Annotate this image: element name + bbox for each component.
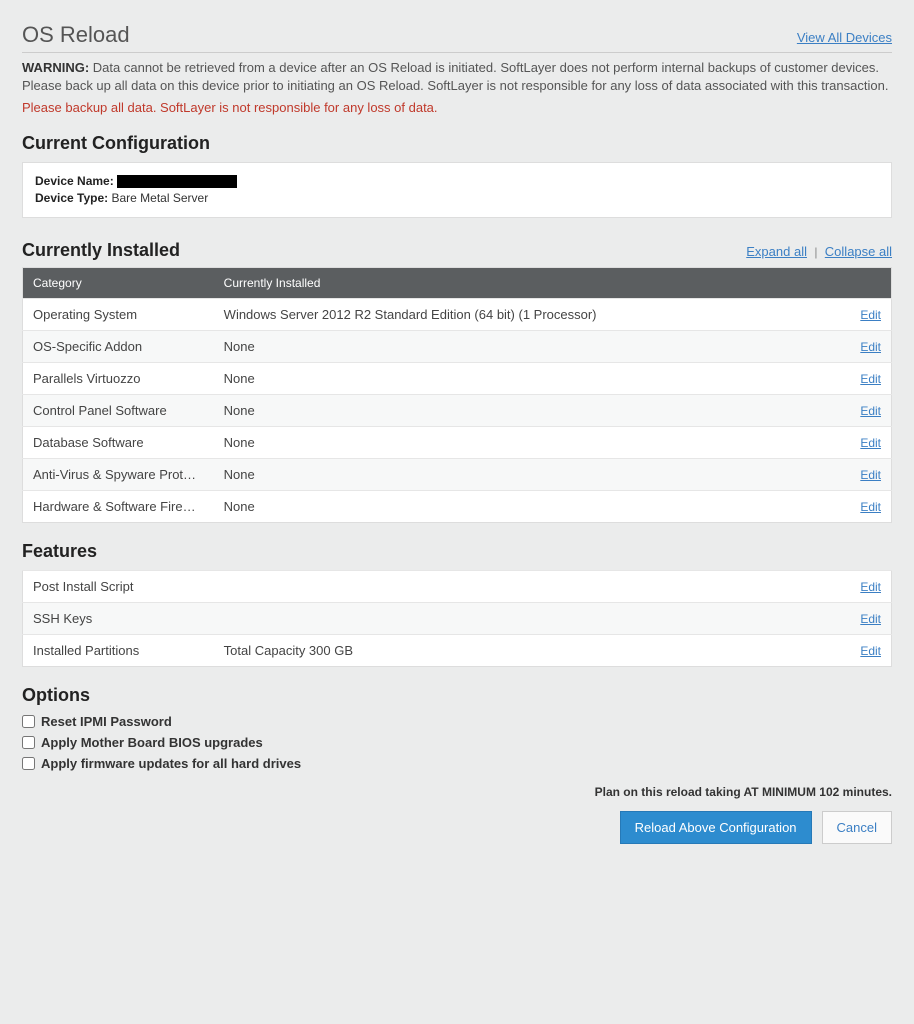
cell-category: Control Panel Software — [33, 403, 203, 418]
cell-category: OS-Specific Addon — [33, 339, 203, 354]
option-checkbox[interactable] — [22, 715, 35, 728]
current-config-box: Device Name: Device Type: Bare Metal Ser… — [22, 162, 892, 218]
cell-value: None — [214, 490, 832, 522]
device-name-label: Device Name: — [35, 174, 114, 188]
edit-link[interactable]: Edit — [860, 612, 881, 626]
option-row: Apply Mother Board BIOS upgrades — [22, 735, 892, 750]
option-label: Reset IPMI Password — [41, 714, 172, 729]
currently-installed-title: Currently Installed — [22, 240, 180, 261]
option-row: Apply firmware updates for all hard driv… — [22, 756, 892, 771]
features-table: Post Install ScriptEditSSH KeysEditInsta… — [22, 570, 892, 667]
cell-category: Hardware & Software Firewalls — [33, 499, 203, 514]
warning-block: WARNING: Data cannot be retrieved from a… — [22, 59, 892, 94]
currently-installed-table: Category Currently Installed Operating S… — [22, 267, 892, 523]
table-row: Anti-Virus & Spyware Protection None Edit — [23, 458, 892, 490]
cell-value: Total Capacity 300 GB — [214, 634, 832, 666]
edit-link[interactable]: Edit — [860, 580, 881, 594]
expand-all-link[interactable]: Expand all — [746, 244, 807, 259]
th-installed: Currently Installed — [214, 267, 832, 298]
reload-button[interactable]: Reload Above Configuration — [620, 811, 812, 844]
cell-value: Windows Server 2012 R2 Standard Edition … — [214, 298, 832, 330]
option-row: Reset IPMI Password — [22, 714, 892, 729]
table-row: SSH Keys Edit — [23, 602, 892, 634]
backup-warning: Please backup all data. SoftLayer is not… — [22, 100, 892, 115]
edit-link[interactable]: Edit — [860, 436, 881, 450]
cell-category: Database Software — [33, 435, 203, 450]
warning-label: WARNING: — [22, 60, 89, 75]
view-all-devices-link[interactable]: View All Devices — [797, 30, 892, 45]
option-checkbox[interactable] — [22, 757, 35, 770]
cell-category: Post Install Script — [23, 570, 214, 602]
cell-value: None — [214, 330, 832, 362]
edit-link[interactable]: Edit — [860, 468, 881, 482]
cell-value — [214, 570, 832, 602]
cell-category: Anti-Virus & Spyware Protection — [33, 467, 203, 482]
cell-value: None — [214, 362, 832, 394]
cell-value — [214, 602, 832, 634]
option-checkbox[interactable] — [22, 736, 35, 749]
cell-category: SSH Keys — [23, 602, 214, 634]
collapse-all-link[interactable]: Collapse all — [825, 244, 892, 259]
cell-category: Operating System — [33, 307, 203, 322]
cell-category: Installed Partitions — [23, 634, 214, 666]
cell-category: Parallels Virtuozzo — [33, 371, 203, 386]
table-row: OS-Specific Addon None Edit — [23, 330, 892, 362]
option-label: Apply firmware updates for all hard driv… — [41, 756, 301, 771]
edit-link[interactable]: Edit — [860, 404, 881, 418]
option-label: Apply Mother Board BIOS upgrades — [41, 735, 263, 750]
edit-link[interactable]: Edit — [860, 500, 881, 514]
cell-value: None — [214, 394, 832, 426]
device-type-label: Device Type: — [35, 191, 108, 205]
edit-link[interactable]: Edit — [860, 372, 881, 386]
table-row: Operating System Windows Server 2012 R2 S… — [23, 298, 892, 330]
device-type-value: Bare Metal Server — [112, 191, 209, 205]
cell-value: None — [214, 426, 832, 458]
warning-text: Data cannot be retrieved from a device a… — [22, 60, 888, 93]
page-title: OS Reload — [22, 22, 130, 48]
th-category: Category — [23, 267, 214, 298]
cancel-button[interactable]: Cancel — [822, 811, 892, 844]
current-config-title: Current Configuration — [22, 133, 892, 154]
table-row: Control Panel Software None Edit — [23, 394, 892, 426]
plan-note: Plan on this reload taking AT MINIMUM 10… — [22, 785, 892, 799]
separator: | — [814, 245, 817, 259]
table-row: Hardware & Software Firewalls None Edit — [23, 490, 892, 522]
edit-link[interactable]: Edit — [860, 308, 881, 322]
table-row: Installed PartitionsTotal Capacity 300 G… — [23, 634, 892, 666]
cell-value: None — [214, 458, 832, 490]
edit-link[interactable]: Edit — [860, 340, 881, 354]
edit-link[interactable]: Edit — [860, 644, 881, 658]
table-row: Parallels Virtuozzo None Edit — [23, 362, 892, 394]
device-name-redacted — [117, 175, 237, 188]
options-title: Options — [22, 685, 892, 706]
table-row: Database Software None Edit — [23, 426, 892, 458]
options-list: Reset IPMI Password Apply Mother Board BI… — [22, 714, 892, 771]
features-title: Features — [22, 541, 892, 562]
table-row: Post Install Script Edit — [23, 570, 892, 602]
